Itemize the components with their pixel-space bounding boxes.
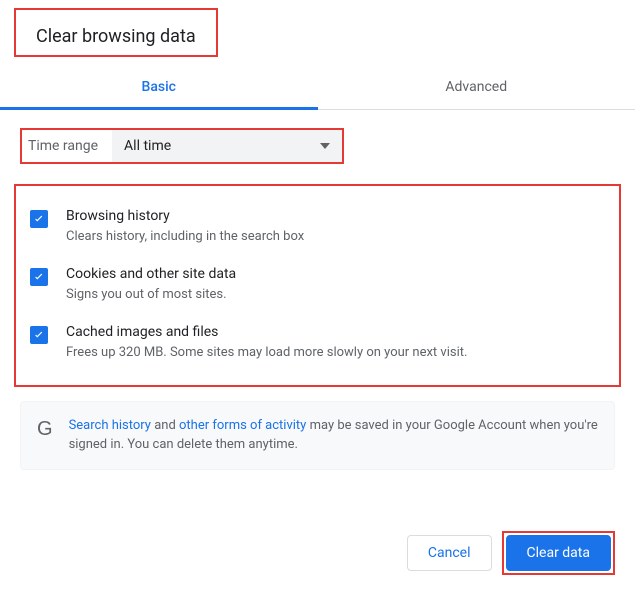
info-text-part: and [151,418,179,433]
option-text: Cookies and other site data Signs you ou… [66,266,236,304]
info-text: Search history and other forms of activi… [69,416,598,455]
google-icon: G [37,418,53,441]
option-title: Cookies and other site data [66,266,236,282]
info-box: G Search history and other forms of acti… [20,401,615,470]
dropdown-icon [320,143,330,149]
option-cached: Cached images and files Frees up 320 MB.… [24,314,611,372]
checkbox-cookies[interactable] [30,268,48,286]
checkbox-browsing-history[interactable] [30,210,48,228]
check-icon [32,270,46,284]
option-desc: Signs you out of most sites. [66,286,236,304]
option-title: Cached images and files [66,324,467,340]
tab-advanced[interactable]: Advanced [318,65,635,109]
link-other-activity[interactable]: other forms of activity [179,418,306,433]
option-browsing-history: Browsing history Clears history, includi… [24,198,611,256]
time-range-highlight: Time range All time [20,128,344,164]
tabs: Basic Advanced [0,65,635,110]
dialog-title: Clear browsing data [16,10,216,55]
clear-data-button[interactable]: Clear data [506,535,611,571]
clear-button-highlight: Clear data [502,531,615,575]
option-desc: Clears history, including in the search … [66,228,304,246]
tab-basic[interactable]: Basic [0,65,318,109]
time-range-label: Time range [22,132,100,160]
check-icon [32,328,46,342]
option-text: Cached images and files Frees up 320 MB.… [66,324,467,362]
dialog-title-highlight: Clear browsing data [14,8,218,57]
option-title: Browsing history [66,208,304,224]
cancel-button[interactable]: Cancel [407,535,492,571]
link-search-history[interactable]: Search history [69,418,151,433]
checkbox-cached[interactable] [30,326,48,344]
option-cookies: Cookies and other site data Signs you ou… [24,256,611,314]
option-desc: Frees up 320 MB. Some sites may load mor… [66,344,467,362]
option-text: Browsing history Clears history, includi… [66,208,304,246]
check-icon [32,212,46,226]
time-range-value: All time [124,138,171,154]
time-range-select[interactable]: All time [112,130,342,162]
dialog-buttons: Cancel Clear data [407,531,615,575]
options-highlight: Browsing history Clears history, includi… [14,184,621,387]
